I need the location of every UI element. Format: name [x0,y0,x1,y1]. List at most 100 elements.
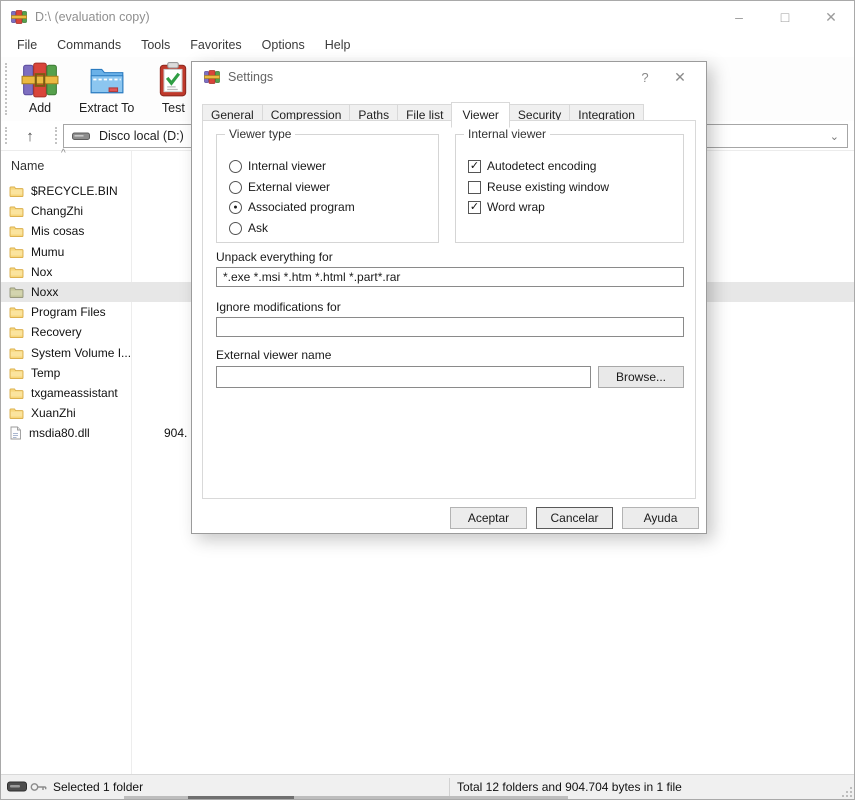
file-icon [9,426,22,440]
file-name: $RECYCLE.BIN [31,184,118,198]
dialog-close-button[interactable]: ✕ [662,62,698,92]
radio-icon-selected: ● [229,201,242,214]
menu-help[interactable]: Help [315,35,361,55]
add-button[interactable]: Add [15,59,65,117]
key-status-icon[interactable] [30,781,48,793]
folder-icon [9,347,24,359]
checkbox-reuse-existing-window[interactable]: Reuse existing window [468,179,609,195]
chevron-down-icon[interactable]: ⌄ [830,130,839,143]
status-separator [449,778,450,796]
title-bar: D:\ (evaluation copy) – □ ✕ [1,1,854,33]
drive-icon [72,131,90,141]
file-name: Mis cosas [31,224,84,238]
extract-to-button[interactable]: Extract To [73,59,140,117]
file-size: 904. [164,426,187,440]
checkbox-unchecked-icon [468,181,481,194]
sort-ascending-icon[interactable]: ^ [61,148,66,159]
checkbox-checked-icon: ✓ [468,160,481,173]
background-window-sliver-dark [188,796,294,799]
internal-viewer-group-label: Internal viewer [464,127,550,141]
maximize-button[interactable]: □ [762,1,808,33]
checkbox-word-wrap[interactable]: ✓ Word wrap [468,199,545,215]
current-path-label: Disco local (D:) [99,129,184,143]
test-button-label: Test [162,101,185,115]
file-name: Temp [31,366,60,380]
file-name: ChangZhi [31,204,83,218]
file-name: msdia80.dll [29,426,90,440]
status-total-text: Total 12 folders and 904.704 bytes in 1 … [457,780,682,794]
cancelar-button[interactable]: Cancelar [536,507,613,529]
folder-icon [9,225,24,237]
file-name: System Volume I... [31,346,131,360]
address-drag-handle-2[interactable] [55,127,57,144]
external-viewer-name-label: External viewer name [216,348,331,362]
tab-viewer[interactable]: Viewer [451,102,509,128]
menu-options[interactable]: Options [252,35,315,55]
ignore-modifications-input[interactable] [216,317,684,337]
aceptar-button[interactable]: Aceptar [450,507,527,529]
menu-bar: File Commands Tools Favorites Options He… [1,33,854,57]
file-name: Recovery [31,325,82,339]
ignore-modifications-label: Ignore modifications for [216,300,341,314]
add-button-label: Add [29,101,51,115]
extract-folder-icon [88,61,126,99]
dialog-title: Settings [228,70,273,84]
dialog-title-bar: Settings [192,62,706,92]
close-button[interactable]: ✕ [808,1,854,33]
file-name: Program Files [31,305,106,319]
viewer-tab-page: Viewer type Internal viewer External vie… [202,120,696,499]
folder-icon [9,306,24,318]
extract-to-button-label: Extract To [79,101,134,115]
radio-associated-program[interactable]: ● Associated program [229,199,355,215]
background-window-sliver [124,796,568,799]
menu-commands[interactable]: Commands [47,35,131,55]
menu-favorites[interactable]: Favorites [180,35,251,55]
address-drag-handle[interactable] [5,127,7,144]
viewer-type-group: Viewer type Internal viewer External vie… [216,134,439,243]
radio-internal-viewer[interactable]: Internal viewer [229,158,326,174]
folder-icon [9,387,24,399]
test-clipboard-icon [154,61,192,99]
radio-icon [229,181,242,194]
up-one-level-button[interactable]: ↑ [17,125,43,147]
radio-icon [229,222,242,235]
radio-ask[interactable]: Ask [229,220,268,236]
radio-icon [229,160,242,173]
dialog-help-button[interactable]: ? [630,62,660,92]
hdd-status-icon [7,781,27,792]
file-name: XuanZhi [31,406,76,420]
menu-file[interactable]: File [7,35,47,55]
file-name: txgameassistant [31,386,118,400]
window-title: D:\ (evaluation copy) [35,10,150,24]
folder-icon [9,266,24,278]
column-header-name[interactable]: Name [11,159,44,173]
folder-icon [9,326,24,338]
browse-button[interactable]: Browse... [598,366,684,388]
folder-icon [9,246,24,258]
radio-external-viewer[interactable]: External viewer [229,179,330,195]
viewer-type-group-label: Viewer type [225,127,295,141]
external-viewer-name-input[interactable] [216,366,591,388]
winrar-logo-icon [204,70,220,84]
winrar-main-window: D:\ (evaluation copy) – □ ✕ File Command… [0,0,855,800]
ayuda-button[interactable]: Ayuda [622,507,699,529]
internal-viewer-group: Internal viewer ✓ Autodetect encoding Re… [455,134,684,243]
folder-icon [9,286,24,298]
folder-icon [9,367,24,379]
resize-grip[interactable] [841,786,853,798]
unpack-everything-label: Unpack everything for [216,250,333,264]
file-name: Mumu [31,245,64,259]
minimize-button[interactable]: – [716,1,762,33]
settings-dialog: Settings ? ✕ General Compression Paths F… [191,61,707,534]
toolbar-drag-handle[interactable] [5,63,7,115]
checkbox-checked-icon: ✓ [468,201,481,214]
folder-icon [9,407,24,419]
folder-icon [9,185,24,197]
window-controls: – □ ✕ [716,1,854,33]
winrar-archive-icon [21,61,59,99]
winrar-logo-icon [11,10,27,24]
folder-icon [9,205,24,217]
menu-tools[interactable]: Tools [131,35,180,55]
unpack-everything-input[interactable] [216,267,684,287]
checkbox-autodetect-encoding[interactable]: ✓ Autodetect encoding [468,158,596,174]
